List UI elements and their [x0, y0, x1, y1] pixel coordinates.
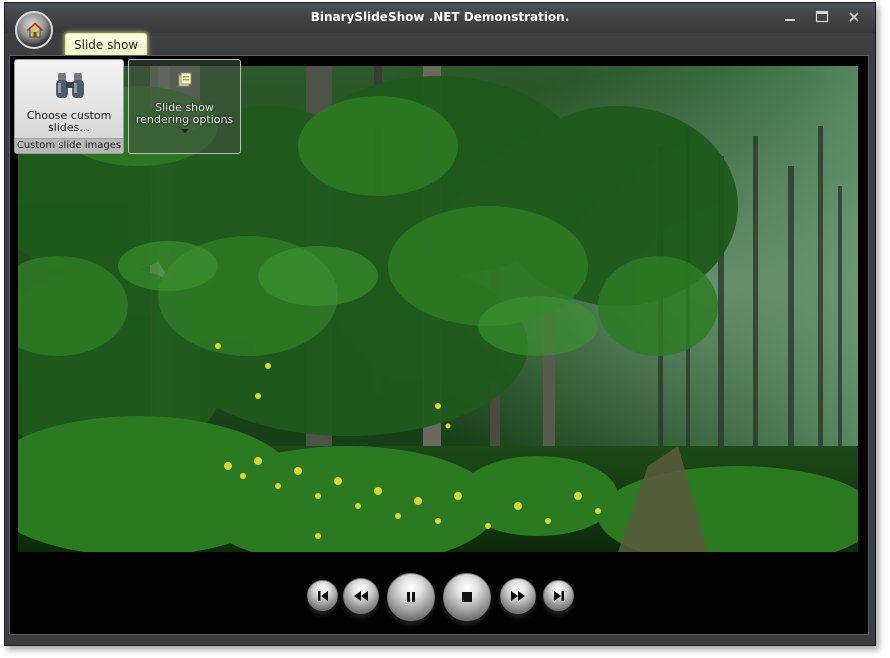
pause-button[interactable]	[387, 573, 435, 621]
fast-forward-button[interactable]	[500, 578, 536, 614]
options-icon	[178, 72, 192, 87]
playback-controls	[10, 556, 868, 634]
rewind-icon	[354, 591, 368, 601]
chevron-down-icon	[181, 129, 189, 133]
maximize-button[interactable]	[811, 7, 833, 27]
skip-to-end-button[interactable]	[543, 580, 574, 611]
custom-slide-images-caption: Custom slide images	[15, 138, 123, 153]
pause-icon	[407, 592, 415, 602]
binoculars-icon	[56, 73, 84, 98]
close-icon	[849, 12, 859, 22]
fast-forward-icon	[511, 591, 525, 601]
minimize-icon	[785, 19, 795, 21]
rendering-options-label: Slide show rendering options	[135, 101, 234, 126]
rendering-options-button[interactable]: Slide show rendering options	[129, 60, 240, 140]
ribbon-group-custom-slides: Choose custom slides... Custom slide ima…	[14, 59, 124, 154]
choose-custom-slides-button[interactable]: Choose custom slides...	[15, 60, 123, 140]
stop-icon	[462, 592, 472, 602]
ribbon-tab-strip: Slide show	[5, 33, 875, 56]
stop-button[interactable]	[443, 573, 491, 621]
ribbon-group-rendering: Slide show rendering options	[128, 59, 241, 154]
main-content: Choose custom slides... Custom slide ima…	[9, 55, 869, 635]
application-menu-button[interactable]	[15, 11, 53, 49]
rewind-button[interactable]	[343, 578, 379, 614]
home-icon	[26, 22, 44, 38]
window-controls	[779, 7, 865, 29]
tab-slide-show[interactable]: Slide show	[65, 33, 148, 56]
window-title: BinarySlideShow .NET Demonstration.	[310, 10, 570, 24]
skip-start-icon	[317, 590, 328, 601]
skip-end-icon	[553, 590, 564, 601]
choose-custom-slides-label: Choose custom slides...	[26, 109, 112, 134]
app-window: BinarySlideShow .NET Demonstration. Slid…	[4, 2, 876, 646]
skip-to-start-button[interactable]	[307, 580, 338, 611]
title-bar[interactable]: BinarySlideShow .NET Demonstration.	[5, 3, 875, 33]
close-button[interactable]	[843, 7, 865, 27]
maximize-icon	[815, 10, 829, 23]
minimize-button[interactable]	[779, 7, 801, 27]
